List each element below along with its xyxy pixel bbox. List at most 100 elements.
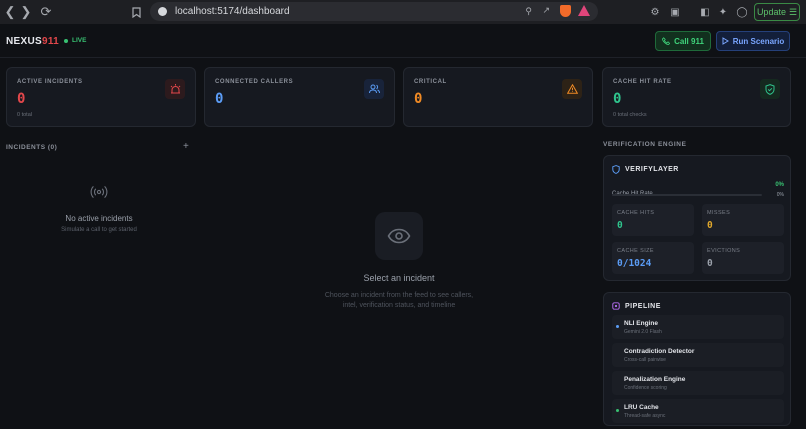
reload-icon[interactable]: ⟳ <box>36 2 56 22</box>
ai-icon[interactable]: ✦ <box>716 5 730 19</box>
brave-rewards-icon[interactable] <box>578 5 590 16</box>
menu-icon: ☰ <box>788 6 798 17</box>
app-logo: NEXUS911 <box>6 36 59 47</box>
detail-subtitle-line: Choose an incident from the feed to see … <box>324 292 474 299</box>
detail-title: Select an incident <box>363 273 435 283</box>
live-indicator: LIVE <box>64 37 86 44</box>
play-icon <box>722 37 729 45</box>
status-dot-icon <box>616 325 619 328</box>
empty-subtitle: Simulate a call to get started <box>61 227 137 233</box>
zoom-icon[interactable]: ⚲ <box>525 6 532 17</box>
cache-hit-rate-value: 0% <box>775 182 784 188</box>
alert-triangle-icon <box>562 79 582 99</box>
extensions-icon[interactable]: ⚙ <box>648 5 662 19</box>
stat-card-cache-hit-rate: CACHE HIT RATE 0 0 total checks <box>602 67 791 127</box>
incidents-title: INCIDENTS (0) <box>6 144 58 151</box>
broadcast-icon <box>90 186 108 198</box>
pipeline-title: PIPELINE <box>625 302 661 310</box>
pipeline-stage: NLI Engine Gemini 2.0 Flash <box>612 315 784 339</box>
pipeline-header: PIPELINE <box>612 302 661 310</box>
users-icon <box>364 79 384 99</box>
cache-hits-label: CACHE HITS <box>617 210 655 216</box>
status-dot-icon <box>616 409 619 412</box>
misses-tile: MISSES 0 <box>702 204 784 236</box>
incident-detail-placeholder: Select an incident Choose an incident fr… <box>300 212 498 311</box>
pipeline-icon <box>612 302 620 310</box>
browser-toolbar: ❮ ❯ ⟳ localhost:5174/dashboard ⚲ ↗ ⚙ ▣ ◧… <box>0 0 806 24</box>
pipeline-stage: LRU Cache Thread-safe async <box>612 399 784 423</box>
address-bar[interactable]: localhost:5174/dashboard ⚲ ↗ <box>150 2 598 21</box>
call-911-button[interactable]: Call 911 <box>655 31 711 51</box>
sidebar-icon[interactable]: ◧ <box>698 5 712 19</box>
update-label: Update <box>756 7 786 17</box>
vpn-icon[interactable]: ◯ <box>735 5 749 19</box>
live-dot-icon <box>64 38 68 43</box>
logo-main: NEXUS <box>6 36 42 47</box>
stage-name: NLI Engine <box>624 320 658 327</box>
siren-icon <box>165 79 185 99</box>
detail-subtitle-line: intel, verification status, and timeline <box>342 302 456 310</box>
stage-subtitle: Cross-call pairwise <box>624 357 666 363</box>
stat-label: ACTIVE INCIDENTS <box>17 79 83 85</box>
call-911-label: Call 911 <box>674 36 704 46</box>
cache-size-label: CACHE SIZE <box>617 248 655 254</box>
stat-card-connected-callers: CONNECTED CALLERS 0 <box>204 67 395 127</box>
stat-value: 0 <box>215 91 224 107</box>
pipeline-panel: PIPELINE NLI Engine Gemini 2.0 Flash Con… <box>603 292 791 426</box>
logo-accent: 911 <box>41 36 59 47</box>
stage-subtitle: Gemini 2.0 Flash <box>624 329 662 335</box>
stage-subtitle: Confidence scoring <box>624 385 667 391</box>
live-label: LIVE <box>72 37 87 44</box>
stage-name: Contradiction Detector <box>624 348 695 355</box>
brave-shield-icon[interactable] <box>560 5 571 17</box>
cache-size-tile: CACHE SIZE 0/1024 <box>612 242 694 274</box>
add-incident-icon[interactable]: + <box>183 141 189 152</box>
pipeline-stage: Contradiction Detector Cross-call pairwi… <box>612 343 784 367</box>
evictions-tile: EVICTIONS 0 <box>702 242 784 274</box>
misses-label: MISSES <box>707 210 731 216</box>
cache-hit-rate-bar-pct: 0% <box>776 192 784 198</box>
stat-label: CRITICAL <box>414 79 447 85</box>
pipeline-stage: Penalization Engine Confidence scoring <box>612 371 784 395</box>
empty-title: No active incidents <box>65 214 133 223</box>
verifylayer-title: VERIFYLAYER <box>625 166 679 173</box>
phone-icon <box>662 37 671 45</box>
stat-value: 0 <box>414 91 423 107</box>
stage-subtitle: Thread-safe async <box>624 413 666 419</box>
run-scenario-label: Run Scenario <box>732 36 785 46</box>
evictions-value: 0 <box>707 258 713 269</box>
stage-name: Penalization Engine <box>624 376 686 383</box>
stat-label: CONNECTED CALLERS <box>215 79 294 85</box>
misses-value: 0 <box>707 220 713 231</box>
shield-icon <box>612 165 620 174</box>
update-button[interactable]: Update ☰ <box>754 3 800 21</box>
stat-value: 0 <box>17 91 26 107</box>
eye-icon <box>375 212 423 260</box>
cache-hits-value: 0 <box>617 220 623 231</box>
forward-icon[interactable]: ❯ <box>16 2 36 22</box>
cache-hit-rate-bar <box>612 194 762 196</box>
site-info-icon[interactable] <box>158 7 167 16</box>
verification-engine-title: VERIFICATION ENGINE <box>603 141 687 148</box>
evictions-label: EVICTIONS <box>707 248 741 254</box>
run-scenario-button[interactable]: Run Scenario <box>716 31 790 51</box>
stat-card-critical: CRITICAL 0 <box>403 67 593 127</box>
app-header: NEXUS911 LIVE Call 911 Run Scenario <box>0 24 806 58</box>
bookmark-icon[interactable] <box>126 2 146 22</box>
url-text: localhost:5174/dashboard <box>175 6 290 17</box>
screenshot-icon[interactable]: ▣ <box>668 5 682 19</box>
stage-name: LRU Cache <box>624 404 659 411</box>
cache-hit-rate-row: Cache Hit Rate 0% 0% <box>612 182 784 200</box>
stat-value: 0 <box>613 91 622 107</box>
cache-size-value: 0/1024 <box>617 258 652 269</box>
verifylayer-header: VERIFYLAYER <box>612 165 679 174</box>
stat-label: CACHE HIT RATE <box>613 79 672 85</box>
stat-sub: 0 total <box>17 112 32 118</box>
stat-card-active-incidents: ACTIVE INCIDENTS 0 0 total <box>6 67 196 127</box>
incidents-empty-state: No active incidents Simulate a call to g… <box>20 183 178 233</box>
cache-hits-tile: CACHE HITS 0 <box>612 204 694 236</box>
shield-check-icon <box>760 79 780 99</box>
detail-subtitle: Choose an incident from the feed to see … <box>300 291 498 311</box>
verifylayer-panel: VERIFYLAYER Cache Hit Rate 0% 0% CACHE H… <box>603 155 791 281</box>
share-icon[interactable]: ↗ <box>542 5 550 16</box>
